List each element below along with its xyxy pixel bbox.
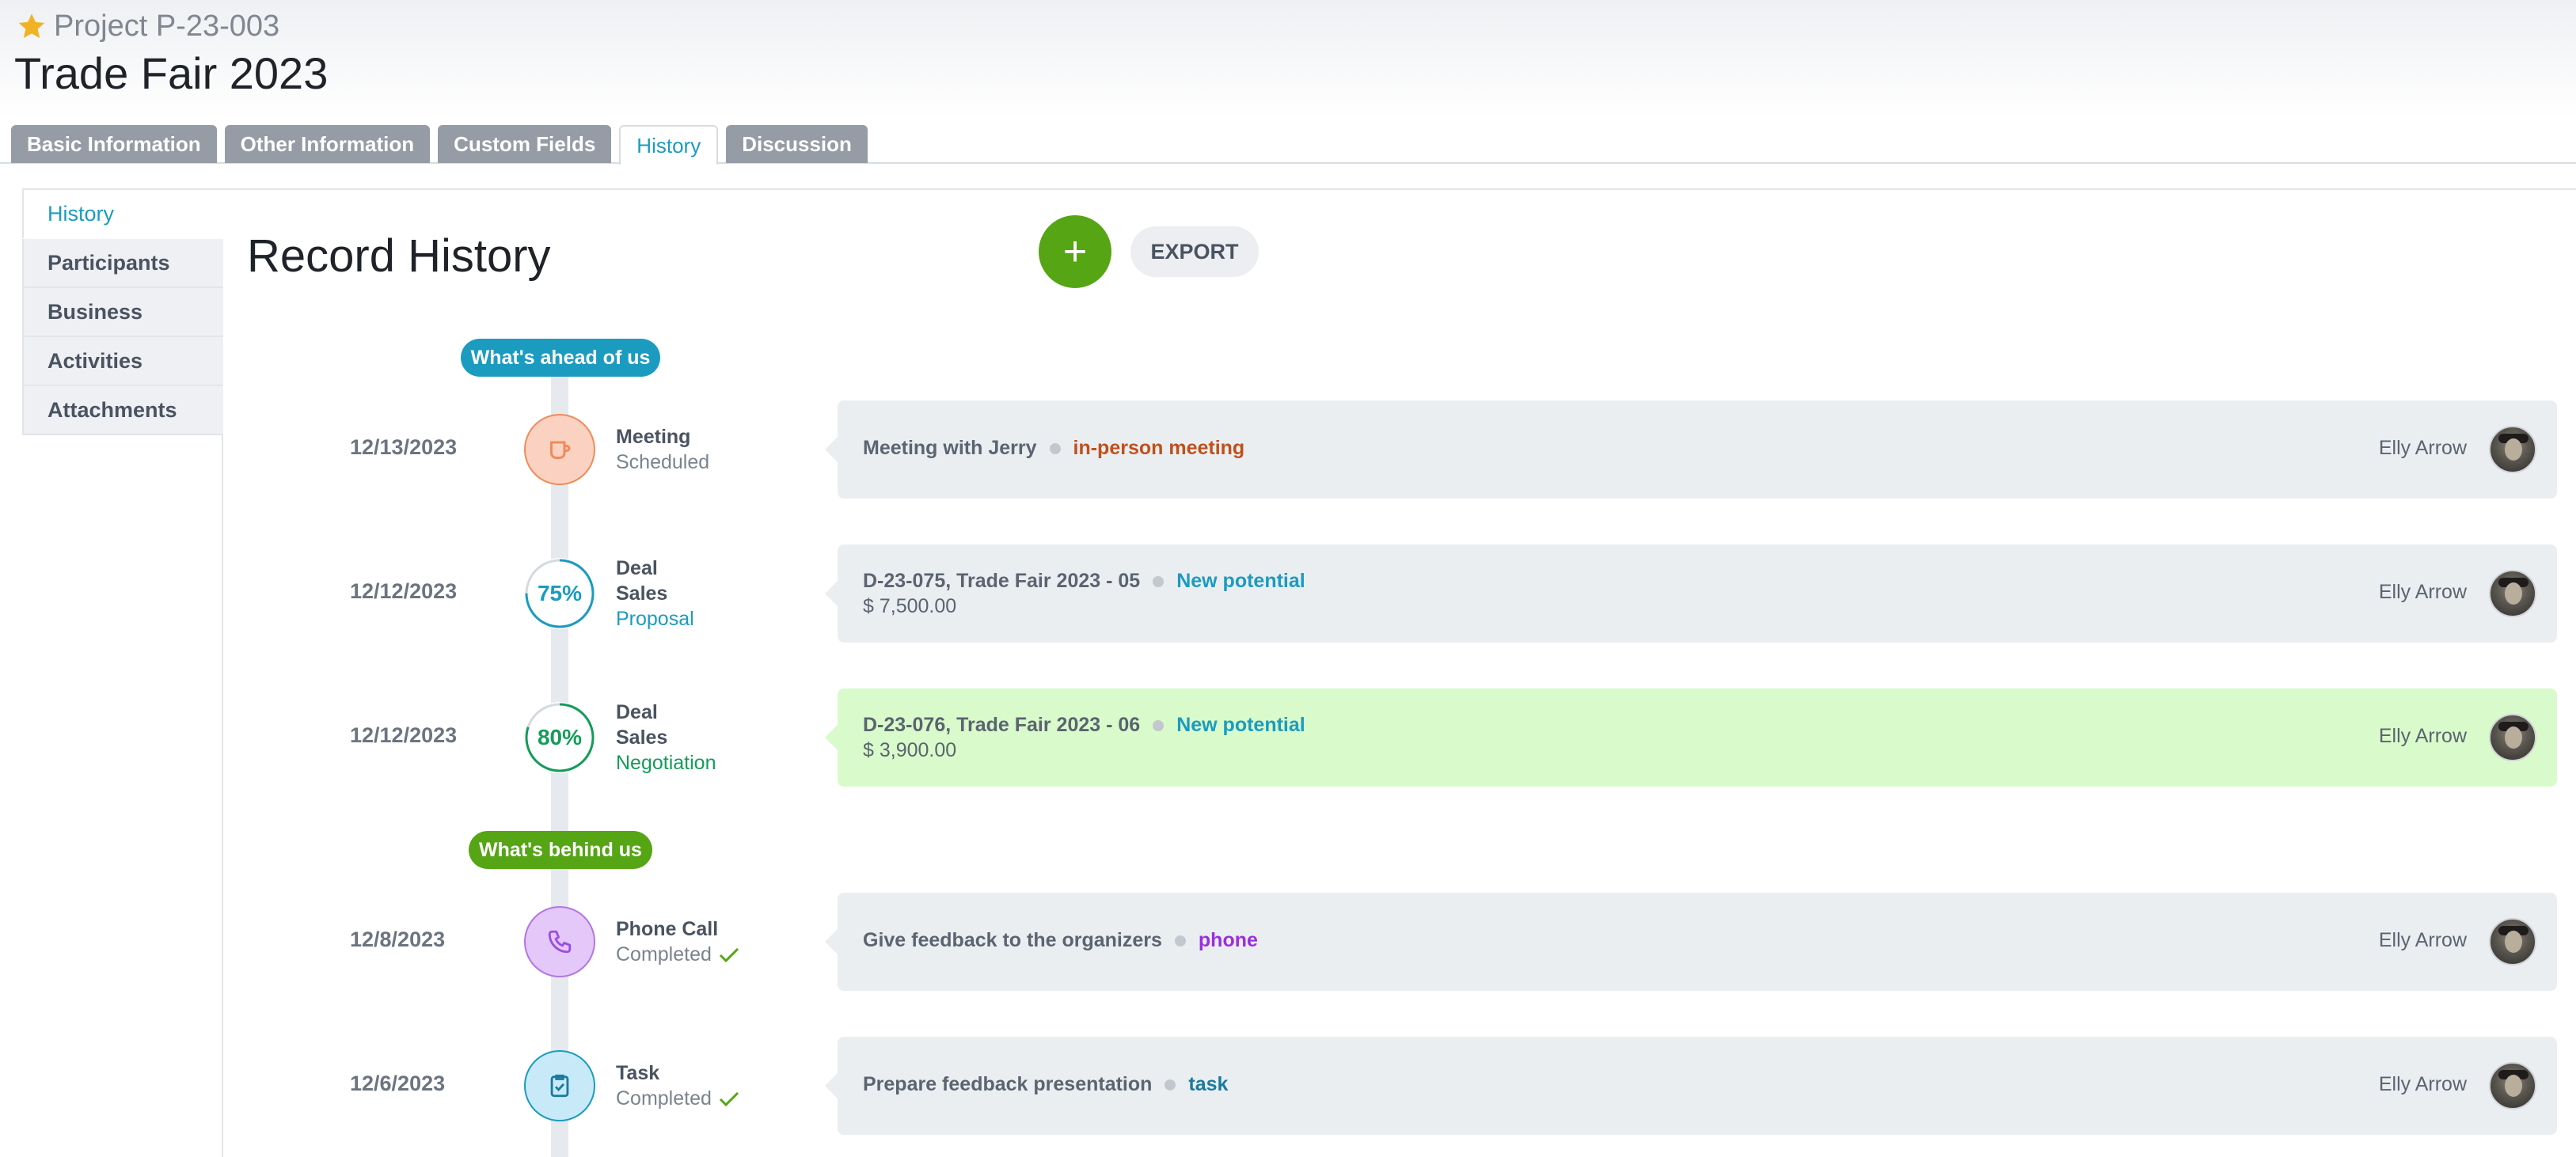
tab-bar: Basic Information Other Information Cust… (11, 125, 868, 165)
card-tag: task (1188, 1073, 1229, 1095)
card-pointer (825, 725, 838, 750)
card-user: Elly Arrow (2378, 437, 2467, 459)
activity-card[interactable]: Give feedback to the organizers phone El… (825, 893, 2557, 991)
sidebar-item-participants[interactable]: Participants (22, 239, 223, 288)
card-amount: $ 7,500.00 (863, 595, 957, 617)
tab-basic-information[interactable]: Basic Information (11, 125, 217, 163)
row-status: Negotiation (616, 752, 716, 774)
row-type: Phone Call Completed (616, 916, 740, 967)
sidebar-item-history[interactable]: History (22, 190, 223, 239)
section-title: Record History (247, 230, 551, 282)
page-title: Trade Fair 2023 (14, 48, 329, 98)
star-icon[interactable] (16, 11, 47, 43)
separator-dot (1049, 442, 1061, 454)
check-icon (719, 948, 739, 963)
card-user: Elly Arrow (2378, 725, 2467, 747)
row-type: Task Completed (616, 1060, 740, 1111)
tab-history[interactable]: History (619, 125, 719, 165)
card-tag: New potential (1176, 570, 1305, 592)
row-type: Deal Sales Negotiation (616, 700, 716, 776)
card-title-line: Give feedback to the organizers phone (863, 929, 1258, 952)
row-subtype: Sales (616, 582, 668, 605)
card-user: Elly Arrow (2378, 1073, 2467, 1095)
row-type-label: Deal (616, 701, 658, 723)
progress-percent: 75% (537, 581, 583, 605)
row-type: Meeting Scheduled (616, 424, 709, 475)
content-divider (22, 188, 2576, 190)
cup-icon (524, 414, 595, 485)
tab-custom-fields[interactable]: Custom Fields (438, 125, 612, 163)
row-date: 12/8/2023 (350, 927, 446, 951)
card-title: Prepare feedback presentation (863, 1073, 1153, 1095)
tab-other-information[interactable]: Other Information (224, 125, 431, 163)
card-pointer (825, 437, 838, 462)
timeline-row: 12/8/2023 Phone Call Completed Give feed… (0, 893, 2576, 991)
behind-label: What's behind us (469, 831, 652, 869)
clipboard-check-icon (524, 1050, 595, 1121)
card-amount: $ 3,900.00 (863, 739, 957, 761)
card-pointer (825, 1073, 838, 1098)
tab-discussion[interactable]: Discussion (726, 125, 868, 163)
row-subtype: Sales (616, 726, 668, 749)
card-user: Elly Arrow (2378, 929, 2467, 951)
card-title: Meeting with Jerry (863, 437, 1037, 459)
avatar[interactable] (2489, 426, 2536, 473)
separator-dot (1153, 575, 1165, 587)
progress-ring: 80% (524, 702, 595, 773)
card-title-line: D-23-075, Trade Fair 2023 - 05 New poten… (863, 570, 1305, 593)
row-date: 12/6/2023 (350, 1072, 446, 1095)
project-code: Project P-23-003 (54, 9, 280, 43)
row-date: 12/13/2023 (350, 435, 458, 459)
card-pointer (825, 929, 838, 954)
card-tag: New potential (1176, 714, 1305, 736)
avatar[interactable] (2489, 714, 2536, 761)
row-type-label: Deal (616, 557, 658, 579)
separator-dot (1165, 1079, 1176, 1091)
row-type-label: Task (616, 1062, 660, 1084)
check-icon (719, 1092, 739, 1107)
row-status: Completed (616, 1087, 712, 1110)
card-title-line: Prepare feedback presentation task (863, 1073, 1228, 1096)
row-status: Scheduled (616, 451, 710, 473)
deal-card[interactable]: D-23-076, Trade Fair 2023 - 06 New poten… (825, 689, 2557, 787)
row-date: 12/12/2023 (350, 723, 458, 747)
card-title-line: Meeting with Jerry in-person meeting (863, 437, 1244, 460)
row-type-label: Phone Call (616, 918, 719, 940)
sidebar-item-activities[interactable]: Activities (22, 337, 223, 386)
card-title: Give feedback to the organizers (863, 929, 1162, 951)
export-button[interactable]: EXPORT (1130, 226, 1259, 277)
row-type: Deal Sales Proposal (616, 556, 694, 632)
progress-ring: 75% (524, 558, 595, 629)
sidebar-item-business[interactable]: Business (22, 288, 223, 337)
deal-card[interactable]: D-23-075, Trade Fair 2023 - 05 New poten… (825, 544, 2557, 643)
timeline-row: 12/12/2023 80% Deal Sales Negotiation D-… (0, 689, 2576, 787)
card-tag: phone (1198, 929, 1258, 951)
activity-card[interactable]: Meeting with Jerry in-person meeting Ell… (825, 400, 2557, 499)
avatar[interactable] (2489, 1062, 2536, 1110)
card-tag: in-person meeting (1073, 437, 1245, 459)
ahead-label: What's ahead of us (461, 339, 660, 377)
row-status: Completed (616, 943, 712, 965)
card-user: Elly Arrow (2378, 581, 2467, 603)
row-date: 12/12/2023 (350, 579, 458, 603)
sidebar: History Participants Business Activities… (22, 190, 223, 435)
separator-dot (1174, 935, 1186, 946)
avatar[interactable] (2489, 918, 2536, 965)
card-title-line: D-23-076, Trade Fair 2023 - 06 New poten… (863, 714, 1305, 737)
phone-icon (524, 906, 595, 977)
row-type-label: Meeting (616, 426, 691, 448)
card-pointer (825, 581, 838, 606)
card-title: D-23-075, Trade Fair 2023 - 05 (863, 570, 1141, 592)
card-title: D-23-076, Trade Fair 2023 - 06 (863, 714, 1141, 736)
timeline-row: 12/12/2023 75% Deal Sales Proposal D-23-… (0, 544, 2576, 643)
avatar[interactable] (2489, 570, 2536, 617)
row-status: Proposal (616, 608, 694, 630)
separator-dot (1153, 719, 1165, 731)
activity-card[interactable]: Prepare feedback presentation task Elly … (825, 1037, 2557, 1135)
page-header (0, 0, 2576, 119)
timeline-row: 12/6/2023 Task Completed Prepare feedbac… (0, 1037, 2576, 1135)
add-record-button[interactable]: + (1039, 215, 1111, 288)
progress-percent: 80% (537, 725, 583, 749)
timeline-row: 12/13/2023 Meeting Scheduled Meeting wit… (0, 400, 2576, 499)
